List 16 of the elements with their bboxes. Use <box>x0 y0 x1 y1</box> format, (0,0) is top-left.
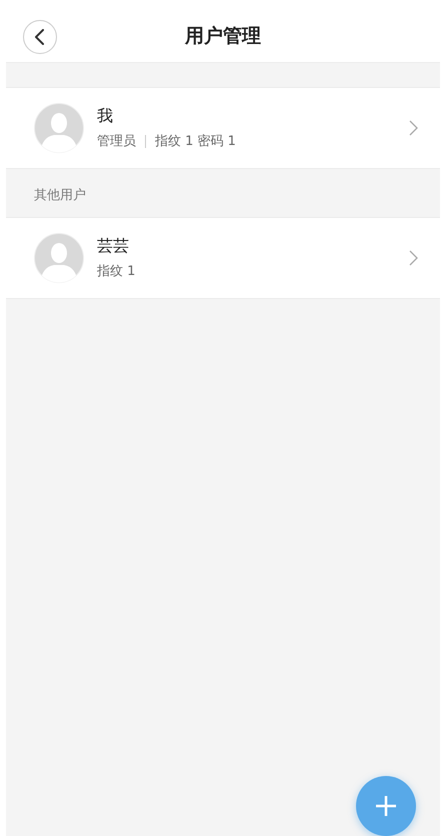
user-row[interactable]: 我 管理员 指纹 1 密码 1 <box>6 88 440 168</box>
user-detail: 指纹 1 <box>97 263 136 280</box>
chevron-right-icon <box>409 120 418 136</box>
plus-icon <box>375 795 397 817</box>
user-name: 芸芸 <box>97 236 130 257</box>
section-heading: 其他用户 <box>34 187 86 204</box>
avatar-icon <box>34 233 84 283</box>
back-button[interactable] <box>23 20 57 54</box>
page-title: 用户管理 <box>185 24 261 49</box>
chevron-right-icon <box>409 250 418 266</box>
user-detail: 指纹 1 密码 1 <box>155 133 236 150</box>
back-icon <box>34 29 46 45</box>
user-detail: 管理员 <box>97 133 136 150</box>
user-name: 我 <box>97 106 114 127</box>
avatar-icon <box>34 103 84 153</box>
user-row[interactable]: 芸芸 指纹 1 <box>6 218 440 298</box>
